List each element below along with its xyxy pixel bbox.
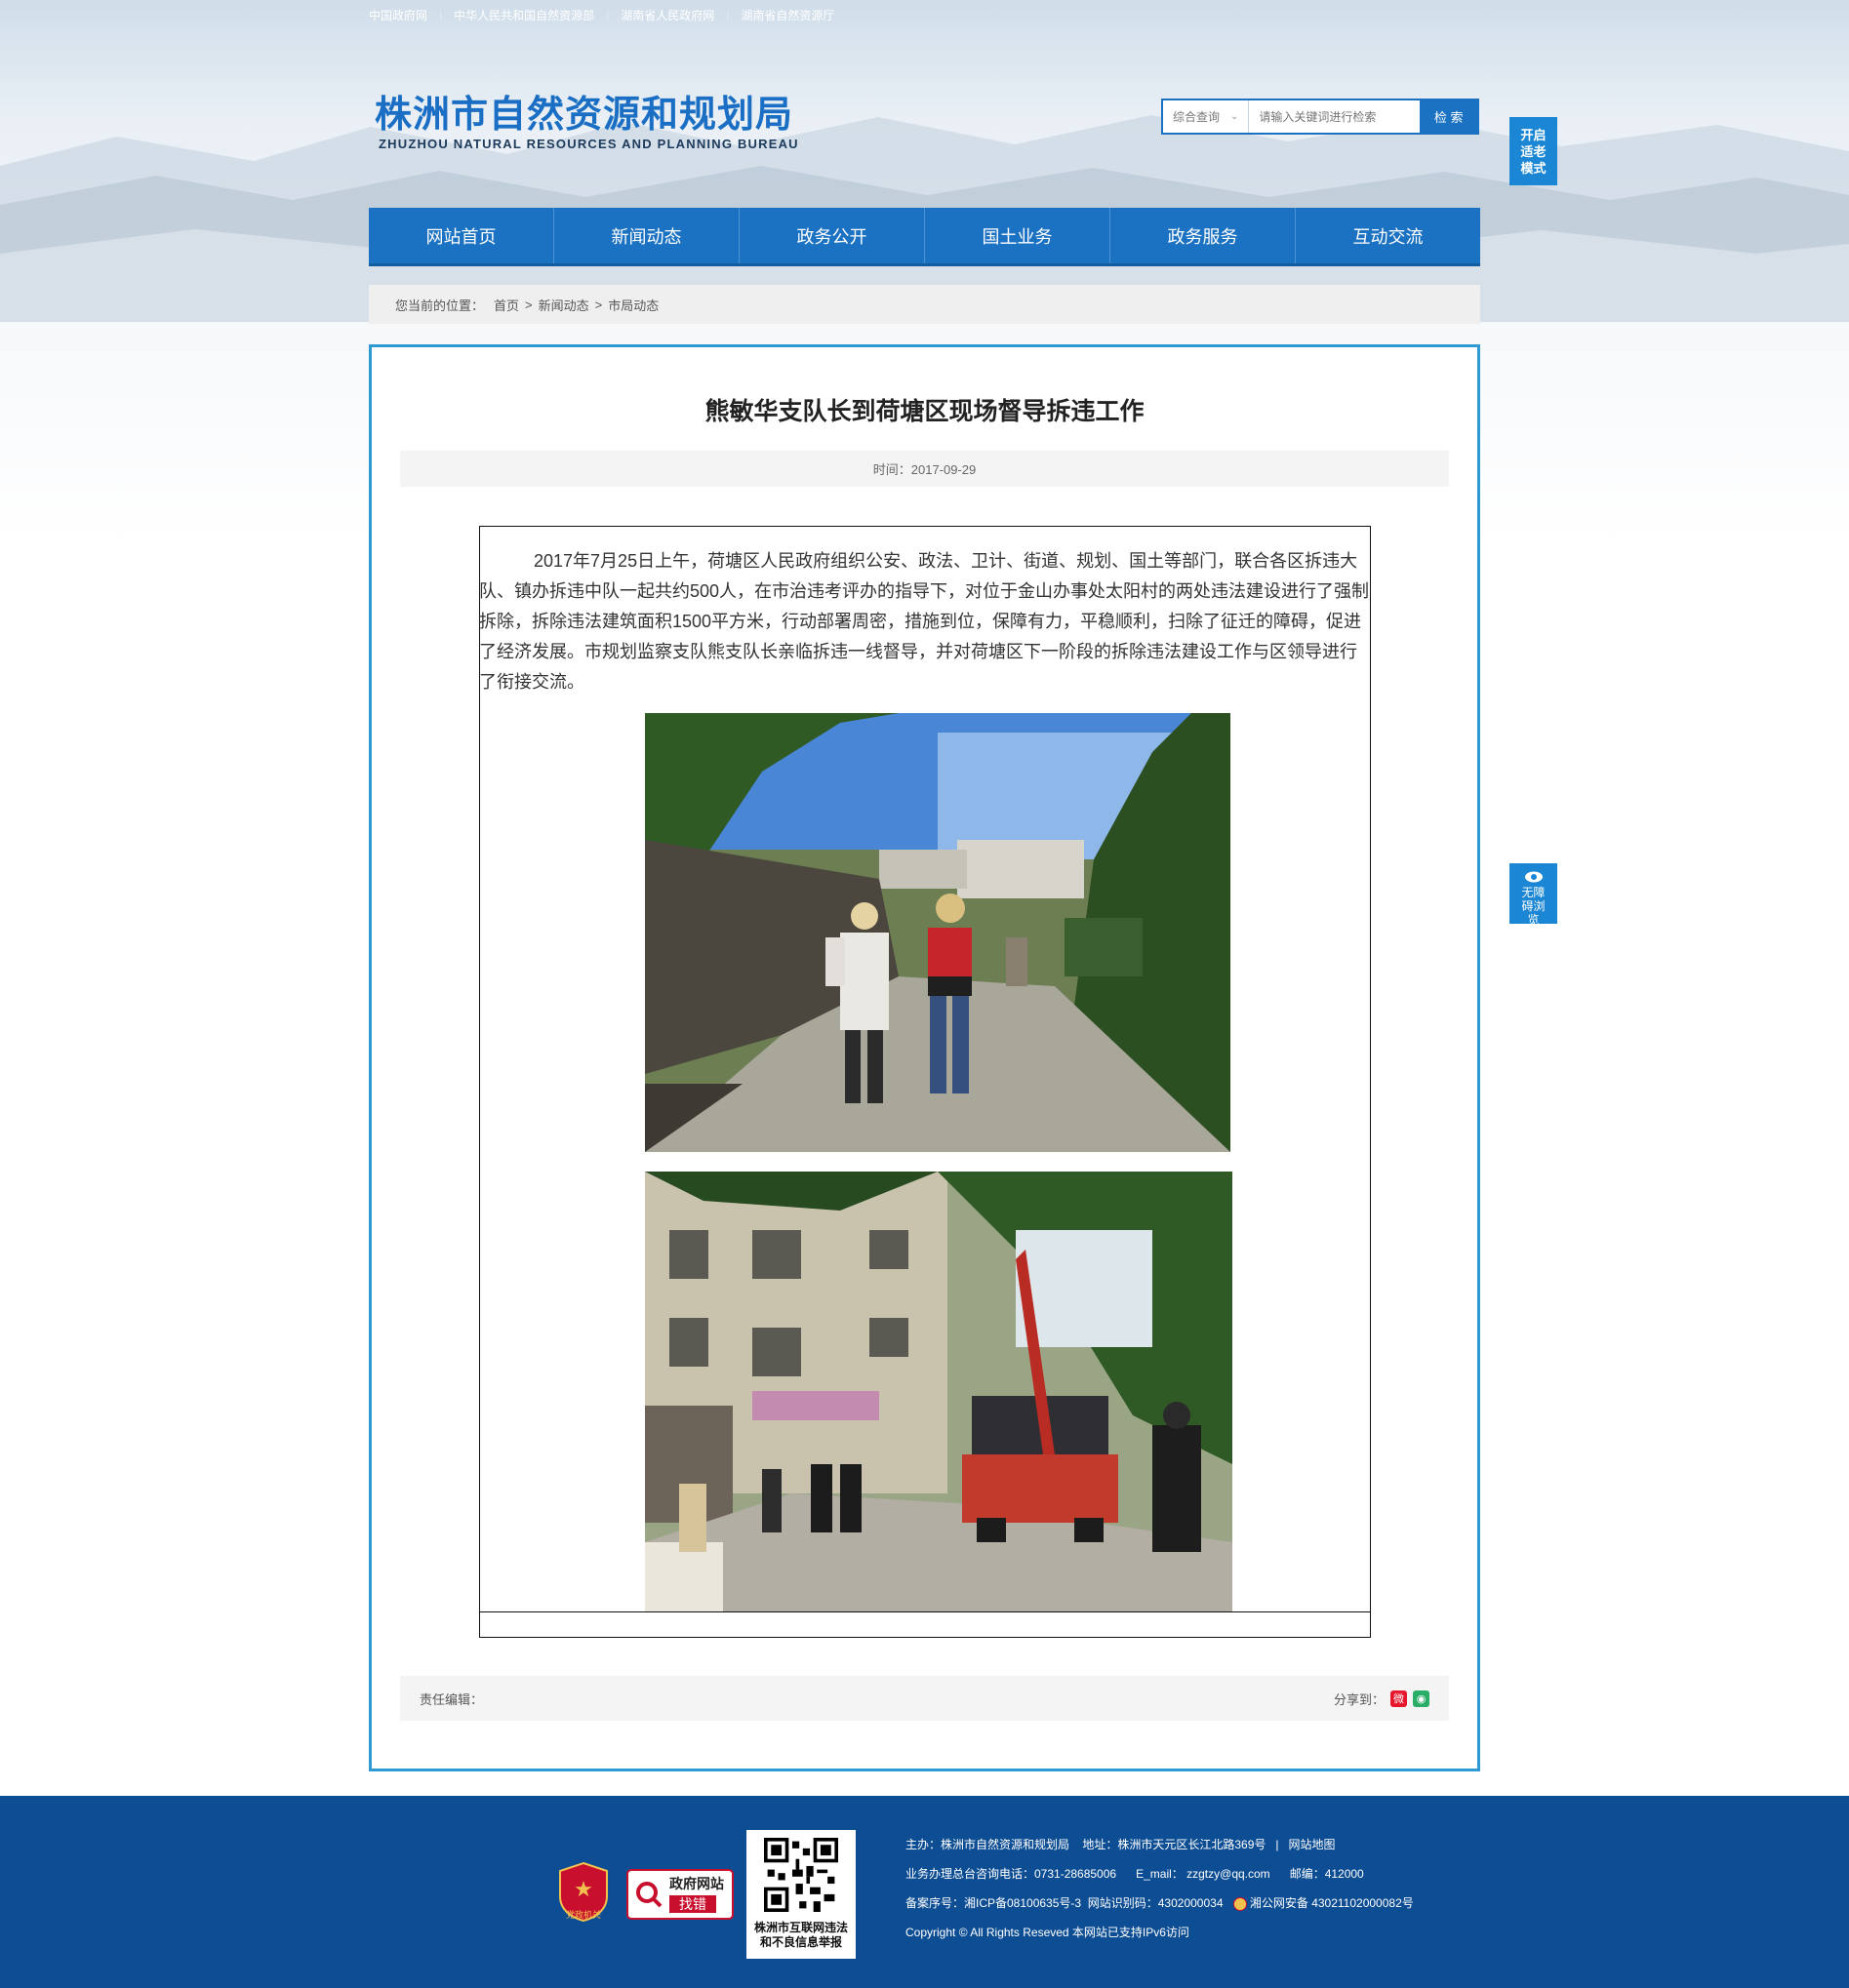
article-photo-inspection <box>645 713 1230 1152</box>
wechat-share-icon[interactable]: ◉ <box>1413 1690 1429 1707</box>
breadcrumb-separator: > <box>594 297 603 312</box>
breadcrumb-home[interactable]: 首页 <box>494 296 519 314</box>
article-time: 时间：2017-09-29 <box>400 451 1449 487</box>
breadcrumb-separator: > <box>525 297 533 312</box>
nav-gov-services[interactable]: 政务服务 <box>1110 208 1296 263</box>
accessibility-label: 无障碍浏览 <box>1521 886 1546 927</box>
breadcrumb-news[interactable]: 新闻动态 <box>539 296 589 314</box>
footer-line-3: 备案序号：湘ICP备08100635号-3 网站识别码：4302000034 湘… <box>905 1889 1414 1918</box>
nav-home[interactable]: 网站首页 <box>369 208 554 263</box>
chevron-down-icon: ⌄ <box>1230 111 1239 122</box>
footer-icp-link[interactable]: 备案序号：湘ICP备08100635号-3 <box>905 1896 1081 1910</box>
footer-line-1: 主办：株洲市自然资源和规划局 地址：株洲市天元区长江北路369号 | 网站地图 <box>905 1830 1414 1859</box>
footer-host: 主办：株洲市自然资源和规划局 <box>905 1838 1070 1851</box>
search-scope-select[interactable]: 综合查询 ⌄ <box>1163 100 1250 133</box>
footer-police-link[interactable]: 湘公网安备 43021102000082号 <box>1250 1896 1414 1910</box>
footer-line-2: 业务办理总台咨询电话：0731-28685006 E_mail： zzgtzy@… <box>905 1859 1414 1889</box>
footer-sitemap-link[interactable]: 网站地图 <box>1289 1838 1336 1851</box>
share-label: 分享到： <box>1333 1691 1385 1707</box>
nav-public-affairs[interactable]: 政务公开 <box>740 208 925 263</box>
site-logo-subtitle: ZHUZHOU NATURAL RESOURCES AND PLANNING B… <box>379 137 799 151</box>
search-form: 综合查询 ⌄ 检 索 <box>1161 99 1479 135</box>
breadcrumb-city-news[interactable]: 市局动态 <box>608 296 659 314</box>
eye-icon <box>1524 871 1543 883</box>
footer-phone: 业务办理总台咨询电话：0731-28685006 <box>905 1867 1117 1881</box>
top-links-bar: 中国政府网 | 中华人民共和国自然资源部 | 湖南省人民政府网 | 湖南省自然资… <box>369 0 834 29</box>
article-footer-bar: 责任编辑： 分享到： 微 ◉ <box>400 1676 1449 1721</box>
divider: | <box>1275 1838 1279 1851</box>
qr-code-icon <box>764 1838 838 1912</box>
divider: | <box>726 8 730 21</box>
breadcrumb-prefix: 您当前的位置： <box>395 298 485 313</box>
search-input[interactable] <box>1249 100 1421 133</box>
main-nav: 网站首页 新闻动态 政务公开 国土业务 政务服务 互动交流 <box>369 208 1480 266</box>
article-body: 2017年7月25日上午，荷塘区人民政府组织公安、政法、卫计、街道、规划、国土等… <box>479 551 1370 692</box>
share-area: 分享到： 微 ◉ <box>1334 1690 1429 1708</box>
svg-text:★: ★ <box>574 1878 593 1902</box>
article-title: 熊敏华支队长到荷塘区现场督导拆违工作 <box>704 398 1145 425</box>
footer-address: 地址：株洲市天元区长江北路369号 <box>1082 1838 1266 1851</box>
nav-interaction[interactable]: 互动交流 <box>1296 208 1480 263</box>
divider: | <box>439 8 443 21</box>
footer-copyright: Copyright © All Rights Reseved 本网站已支持IPv… <box>905 1926 1189 1939</box>
footer-zip: 邮编：412000 <box>1289 1867 1364 1881</box>
search-scope-label: 综合查询 <box>1173 110 1221 124</box>
top-link-hunan-nr[interactable]: 湖南省自然资源厅 <box>741 7 834 23</box>
footer-email: E_mail： zzgtzy@qq.com <box>1136 1867 1270 1881</box>
find-error-title: 政府网站 <box>669 1876 724 1891</box>
nav-land-business[interactable]: 国土业务 <box>925 208 1110 263</box>
elder-mode-button[interactable]: 开启适老模式 <box>1509 117 1557 185</box>
footer-site-code: 网站识别码：4302000034 <box>1087 1896 1224 1910</box>
content-divider <box>479 1611 1371 1612</box>
find-error-label: 找错 <box>669 1895 716 1913</box>
qr-caption: 株洲市互联网违法和不良信息举报 <box>753 1921 848 1949</box>
police-badge-icon <box>1232 1896 1247 1911</box>
editor-label: 责任编辑： <box>420 1691 484 1707</box>
breadcrumb: 您当前的位置： 首页 > 新闻动态 > 市局动态 <box>369 285 1480 324</box>
nav-news[interactable]: 新闻动态 <box>554 208 740 263</box>
report-qr-box[interactable]: 株洲市互联网违法和不良信息举报 <box>746 1830 856 1959</box>
find-error-badge[interactable]: 政府网站 找错 <box>626 1869 734 1920</box>
weibo-share-icon[interactable]: 微 <box>1390 1690 1407 1707</box>
divider: | <box>606 8 610 21</box>
article-photo-demolition <box>645 1172 1232 1612</box>
search-button[interactable]: 检 索 <box>1420 100 1477 133</box>
site-logo-title[interactable]: 株洲市自然资源和规划局 <box>375 84 793 138</box>
magnifier-icon <box>636 1882 663 1908</box>
top-link-mnr[interactable]: 中华人民共和国自然资源部 <box>454 7 594 23</box>
footer-info: 主办：株洲市自然资源和规划局 地址：株洲市天元区长江北路369号 | 网站地图 … <box>905 1830 1414 1947</box>
top-link-hunan-gov[interactable]: 湖南省人民政府网 <box>621 7 714 23</box>
accessibility-button[interactable]: 无障碍浏览 <box>1509 863 1557 927</box>
top-link-gov[interactable]: 中国政府网 <box>369 7 427 23</box>
party-gov-badge-label: 党政机关 <box>565 1910 601 1920</box>
